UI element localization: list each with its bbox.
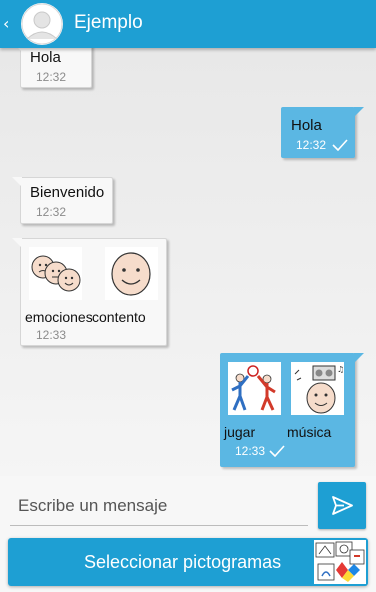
select-pictograms-button[interactable]: Seleccionar pictogramas: [8, 538, 368, 586]
select-pictograms-label: Seleccionar pictogramas: [84, 552, 282, 572]
message-bubble-outgoing: Hola 12:32: [281, 107, 364, 158]
pictogram-label: música: [287, 424, 332, 440]
svg-text:♫: ♫: [337, 365, 344, 374]
pictogram-label: jugar: [224, 424, 256, 440]
message-bubble-incoming: Bienvenido 12:32: [12, 177, 113, 224]
message-time: 12:32: [36, 70, 67, 84]
checkmark-icon: [332, 139, 348, 151]
send-icon: [332, 496, 353, 515]
message-time: 12:32: [36, 205, 67, 219]
happy-face-icon[interactable]: [105, 247, 158, 300]
person-avatar-icon: [21, 3, 63, 45]
checkmark-icon: [269, 445, 285, 457]
message-bubble-incoming-pictograms: emociones contento 12:33: [12, 238, 167, 346]
children-playing-ball-icon[interactable]: [228, 362, 281, 415]
message-text: Bienvenido: [30, 184, 105, 201]
music-radio-icon[interactable]: ♫: [291, 362, 344, 415]
chat-area[interactable]: Hola 12:32 Hola 12:32 Bienvenido 12:32 e…: [0, 48, 376, 476]
message-time: 12:33: [235, 444, 266, 458]
back-arrow-icon[interactable]: ‹: [3, 14, 9, 33]
message-input[interactable]: [10, 486, 308, 526]
pictogram-label: emociones: [25, 309, 93, 325]
pictogram-label: contento: [92, 309, 146, 325]
pictogram-collage-icon: [314, 540, 366, 584]
avatar[interactable]: [21, 3, 63, 45]
faces-emotions-icon[interactable]: [29, 247, 82, 300]
message-bubble-incoming: Hola 12:32: [12, 48, 92, 88]
message-text: Hola: [30, 49, 61, 66]
page-title: Ejemplo: [74, 12, 143, 33]
message-time: 12:33: [36, 328, 67, 342]
message-bubble-outgoing-pictograms: ♫ jugar música 12:33: [220, 353, 364, 467]
message-text: Hola: [291, 117, 322, 134]
app-bar: ‹ Ejemplo: [0, 0, 376, 48]
composer: Seleccionar pictogramas: [0, 476, 376, 592]
message-time: 12:32: [296, 138, 327, 152]
send-button[interactable]: [318, 482, 366, 529]
